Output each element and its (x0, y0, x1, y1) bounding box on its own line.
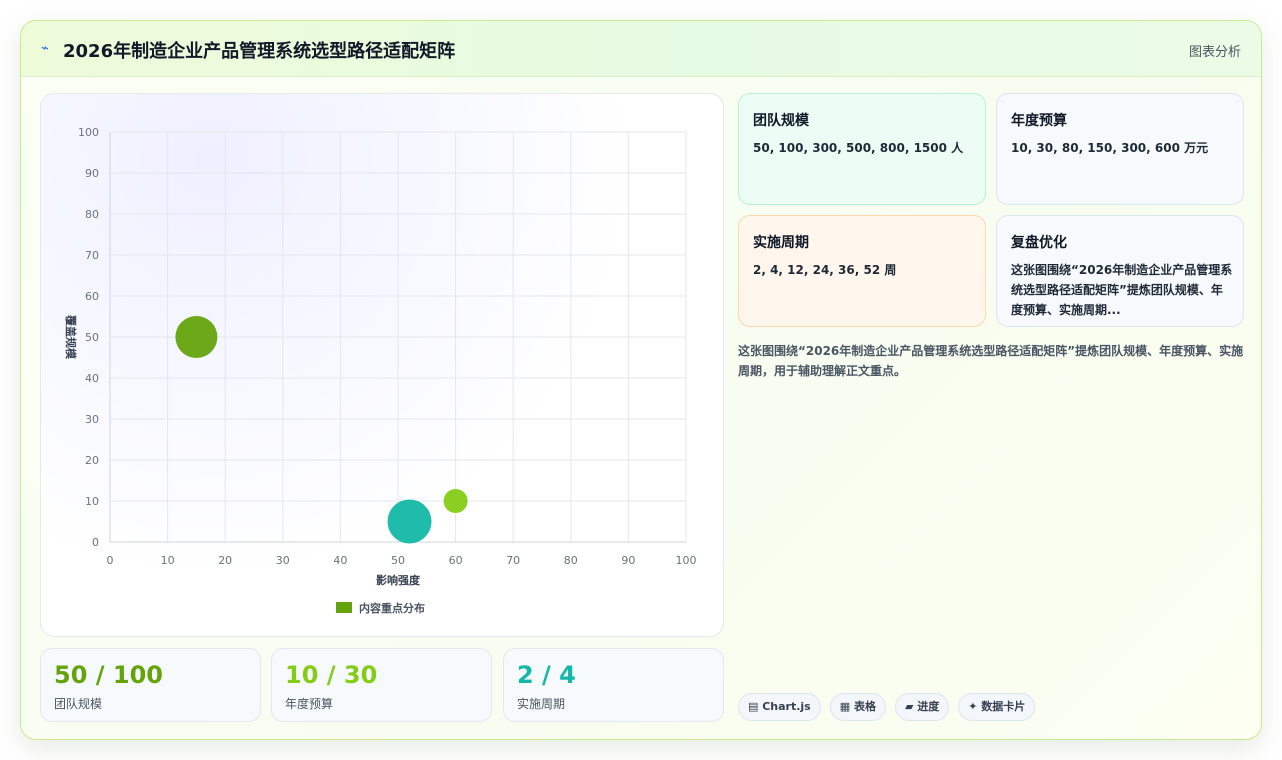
y-tick-label: 20 (85, 454, 99, 467)
info-card-review: 复盘优化 这张图围绕“2026年制造企业产品管理系统选型路径适配矩阵”提炼团队规… (996, 215, 1244, 327)
x-tick-label: 60 (449, 554, 463, 567)
x-tick-label: 20 (218, 554, 232, 567)
legend-swatch (336, 602, 352, 613)
y-tick-label: 90 (85, 167, 99, 180)
page-title: 2026年制造企业产品管理系统选型路径适配矩阵 (63, 41, 456, 62)
x-tick-label: 80 (564, 554, 578, 567)
info-text: 10, 30, 80, 150, 300, 600 万元 (1011, 141, 1209, 155)
x-tick-label: 30 (276, 554, 290, 567)
header: ⌁ 2026年制造企业产品管理系统选型路径适配矩阵 图表分析 (21, 21, 1261, 77)
metric-value: 10 / 30 (285, 661, 378, 689)
bubble-chart: 0 10 20 30 40 50 60 70 80 90 100 0 10 20 30 40 50 60 70 80 9… (40, 93, 724, 637)
y-tick-label: 40 (85, 372, 99, 385)
y-tick-label: 50 (85, 331, 99, 344)
x-tick-label: 0 (107, 554, 114, 567)
info-text: 2, 4, 12, 24, 36, 52 周 (753, 263, 897, 277)
metric-value: 2 / 4 (517, 661, 576, 689)
y-tick-label: 100 (78, 126, 99, 139)
chart-canvas: 0 10 20 30 40 50 60 70 80 90 100 0 10 20 30 40 50 60 70 80 9… (64, 126, 697, 615)
x-tick-label: 70 (506, 554, 520, 567)
x-axis-title: 影响强度 (376, 573, 421, 587)
metric-label: 实施周期 (517, 697, 566, 711)
info-card-budget: 年度预算 10, 30, 80, 150, 300, 600 万元 (996, 93, 1244, 205)
legend-label: 内容重点分布 (359, 601, 425, 615)
x-tick-label: 10 (161, 554, 175, 567)
pill-table[interactable]: ▦ 表格 (829, 693, 886, 721)
y-axis-title: 覆盖规模 (64, 315, 78, 360)
bubble-point (175, 316, 218, 358)
metric-label: 年度预算 (285, 697, 334, 711)
info-title: 团队规模 (753, 113, 809, 129)
x-tick-label: 100 (676, 554, 697, 567)
pill-progress[interactable]: ▰ 进度 (894, 693, 950, 721)
metric-value: 50 / 100 (54, 661, 163, 689)
y-tick-label: 10 (85, 495, 99, 508)
pill-chartjs[interactable]: ▤ Chart.js (738, 693, 821, 721)
bubble-point (387, 499, 432, 544)
info-title: 年度预算 (1011, 113, 1067, 129)
tool-pills: ▤ Chart.js ▦ 表格 ▰ 进度 ✦ 数据卡片 (738, 693, 1044, 721)
y-tick-label: 70 (85, 249, 99, 262)
info-title: 实施周期 (753, 235, 809, 251)
metric-card-budget: 10 / 30 年度预算 (271, 648, 492, 722)
metric-card-cycle: 2 / 4 实施周期 (503, 648, 724, 722)
metric-card-team: 50 / 100 团队规模 (40, 648, 261, 722)
y-tick-label: 0 (92, 536, 99, 549)
summary-text: 这张图围绕“2026年制造企业产品管理系统选型路径适配矩阵”提炼团队规模、年度预… (738, 344, 1244, 378)
pill-data-card[interactable]: ✦ 数据卡片 (958, 693, 1036, 721)
main-card: ⌁ 2026年制造企业产品管理系统选型路径适配矩阵 图表分析 0 10 20 30 40… (20, 20, 1262, 740)
bubble-point (443, 489, 468, 513)
info-text: 50, 100, 300, 500, 800, 1500 人 (753, 141, 964, 155)
x-tick-label: 40 (333, 554, 347, 567)
x-tick-label: 50 (391, 554, 405, 567)
info-card-cycle: 实施周期 2, 4, 12, 24, 36, 52 周 (738, 215, 986, 327)
info-text: 这张图围绕“2026年制造企业产品管理系统选型路径适配矩阵”提炼团队规模、年度预… (1011, 263, 1233, 317)
metric-label: 团队规模 (54, 697, 103, 711)
info-card-team: 团队规模 50, 100, 300, 500, 800, 1500 人 (738, 93, 986, 205)
spark-icon: ⌁ (41, 41, 49, 56)
chart-analysis-tag[interactable]: 图表分析 (1189, 41, 1241, 60)
x-tick-label: 90 (621, 554, 635, 567)
info-title: 复盘优化 (1011, 235, 1067, 251)
y-tick-label: 80 (85, 208, 99, 221)
y-tick-label: 30 (85, 413, 99, 426)
y-tick-label: 60 (85, 290, 99, 303)
